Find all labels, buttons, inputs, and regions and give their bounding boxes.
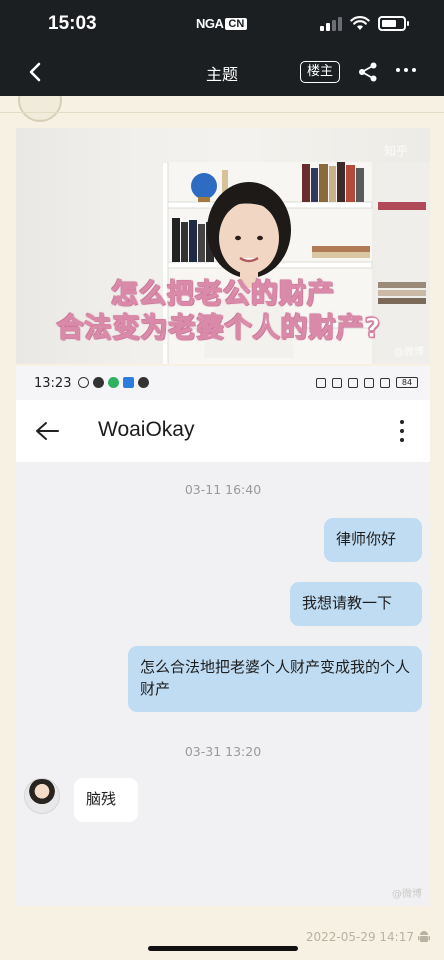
weibo-watermark: @微博 bbox=[394, 347, 424, 358]
message-bubble-sent[interactable]: 怎么合法地把老婆个人财产变成我的个人财产 bbox=[128, 646, 422, 712]
carrier-logo-text: NGA bbox=[196, 16, 224, 31]
chat-status-bar: 13:23 84 bbox=[16, 366, 430, 400]
battery-icon bbox=[378, 16, 409, 31]
alarm-icon bbox=[316, 377, 326, 388]
divider bbox=[0, 112, 444, 113]
message-bubble-sent[interactable]: 我想请教一下 bbox=[290, 582, 422, 626]
carrier-logo-badge: CN bbox=[225, 17, 248, 30]
wifi-icon bbox=[350, 16, 370, 30]
video-subtitle-line-2: 合法变为老婆个人的财产? bbox=[56, 312, 382, 344]
android-icon bbox=[418, 931, 430, 942]
back-arrow-icon[interactable] bbox=[34, 420, 60, 442]
system-status-icons: 84 bbox=[316, 377, 418, 388]
status-bar: 15:03 NGA CN bbox=[0, 0, 444, 48]
message-timestamp: 03-31 13:20 bbox=[184, 744, 262, 759]
status-time: 15:03 bbox=[48, 13, 97, 34]
wifi-icon bbox=[380, 377, 390, 388]
owner-only-button[interactable]: 楼主 bbox=[300, 61, 341, 83]
contact-avatar[interactable] bbox=[24, 778, 60, 814]
zhihu-watermark: 知乎 bbox=[383, 144, 408, 158]
notification-icon bbox=[78, 377, 89, 388]
chat-header: WoaiOkay bbox=[16, 400, 430, 462]
message-timestamp: 03-11 16:40 bbox=[184, 482, 262, 497]
battery-level: 84 bbox=[396, 377, 418, 388]
notification-icons bbox=[78, 377, 149, 388]
chat-status-time: 13:23 bbox=[34, 376, 72, 391]
chat-menu-icon[interactable] bbox=[399, 420, 405, 444]
wechat-pay-icon bbox=[108, 377, 119, 388]
chat-contact-name: WoaiOkay bbox=[98, 418, 195, 441]
post-image-video-frame[interactable]: 知乎 怎么把老公的财产 合法变为老婆个人的财产? @微博 bbox=[16, 128, 430, 364]
alipay-icon bbox=[123, 377, 134, 388]
notification-icon bbox=[93, 377, 104, 388]
hd-icon bbox=[348, 377, 358, 388]
message-icon bbox=[138, 377, 149, 388]
signal-icon bbox=[364, 377, 374, 388]
share-icon[interactable] bbox=[357, 61, 379, 83]
top-navigation-bar: 主题 楼主 bbox=[0, 48, 444, 96]
message-bubble-sent[interactable]: 律师你好 bbox=[324, 518, 422, 562]
carrier-logo: NGA CN bbox=[196, 15, 248, 32]
cellular-signal-icon bbox=[320, 17, 342, 31]
more-options-icon[interactable] bbox=[396, 68, 418, 76]
weibo-watermark: @微博 bbox=[392, 889, 422, 900]
vibrate-icon bbox=[332, 377, 342, 388]
back-chevron-icon[interactable] bbox=[24, 60, 48, 84]
video-subtitle-line-1: 怎么把老公的财产 bbox=[110, 278, 335, 310]
chat-screenshot[interactable]: 13:23 84 WoaiOkay 03-11 16:40 律师你好 我想请教一… bbox=[16, 366, 430, 906]
message-bubble-received[interactable]: 脑残 bbox=[74, 778, 138, 822]
home-indicator[interactable] bbox=[148, 946, 298, 951]
post-timestamp: 2022-05-29 14:17 bbox=[305, 930, 414, 944]
